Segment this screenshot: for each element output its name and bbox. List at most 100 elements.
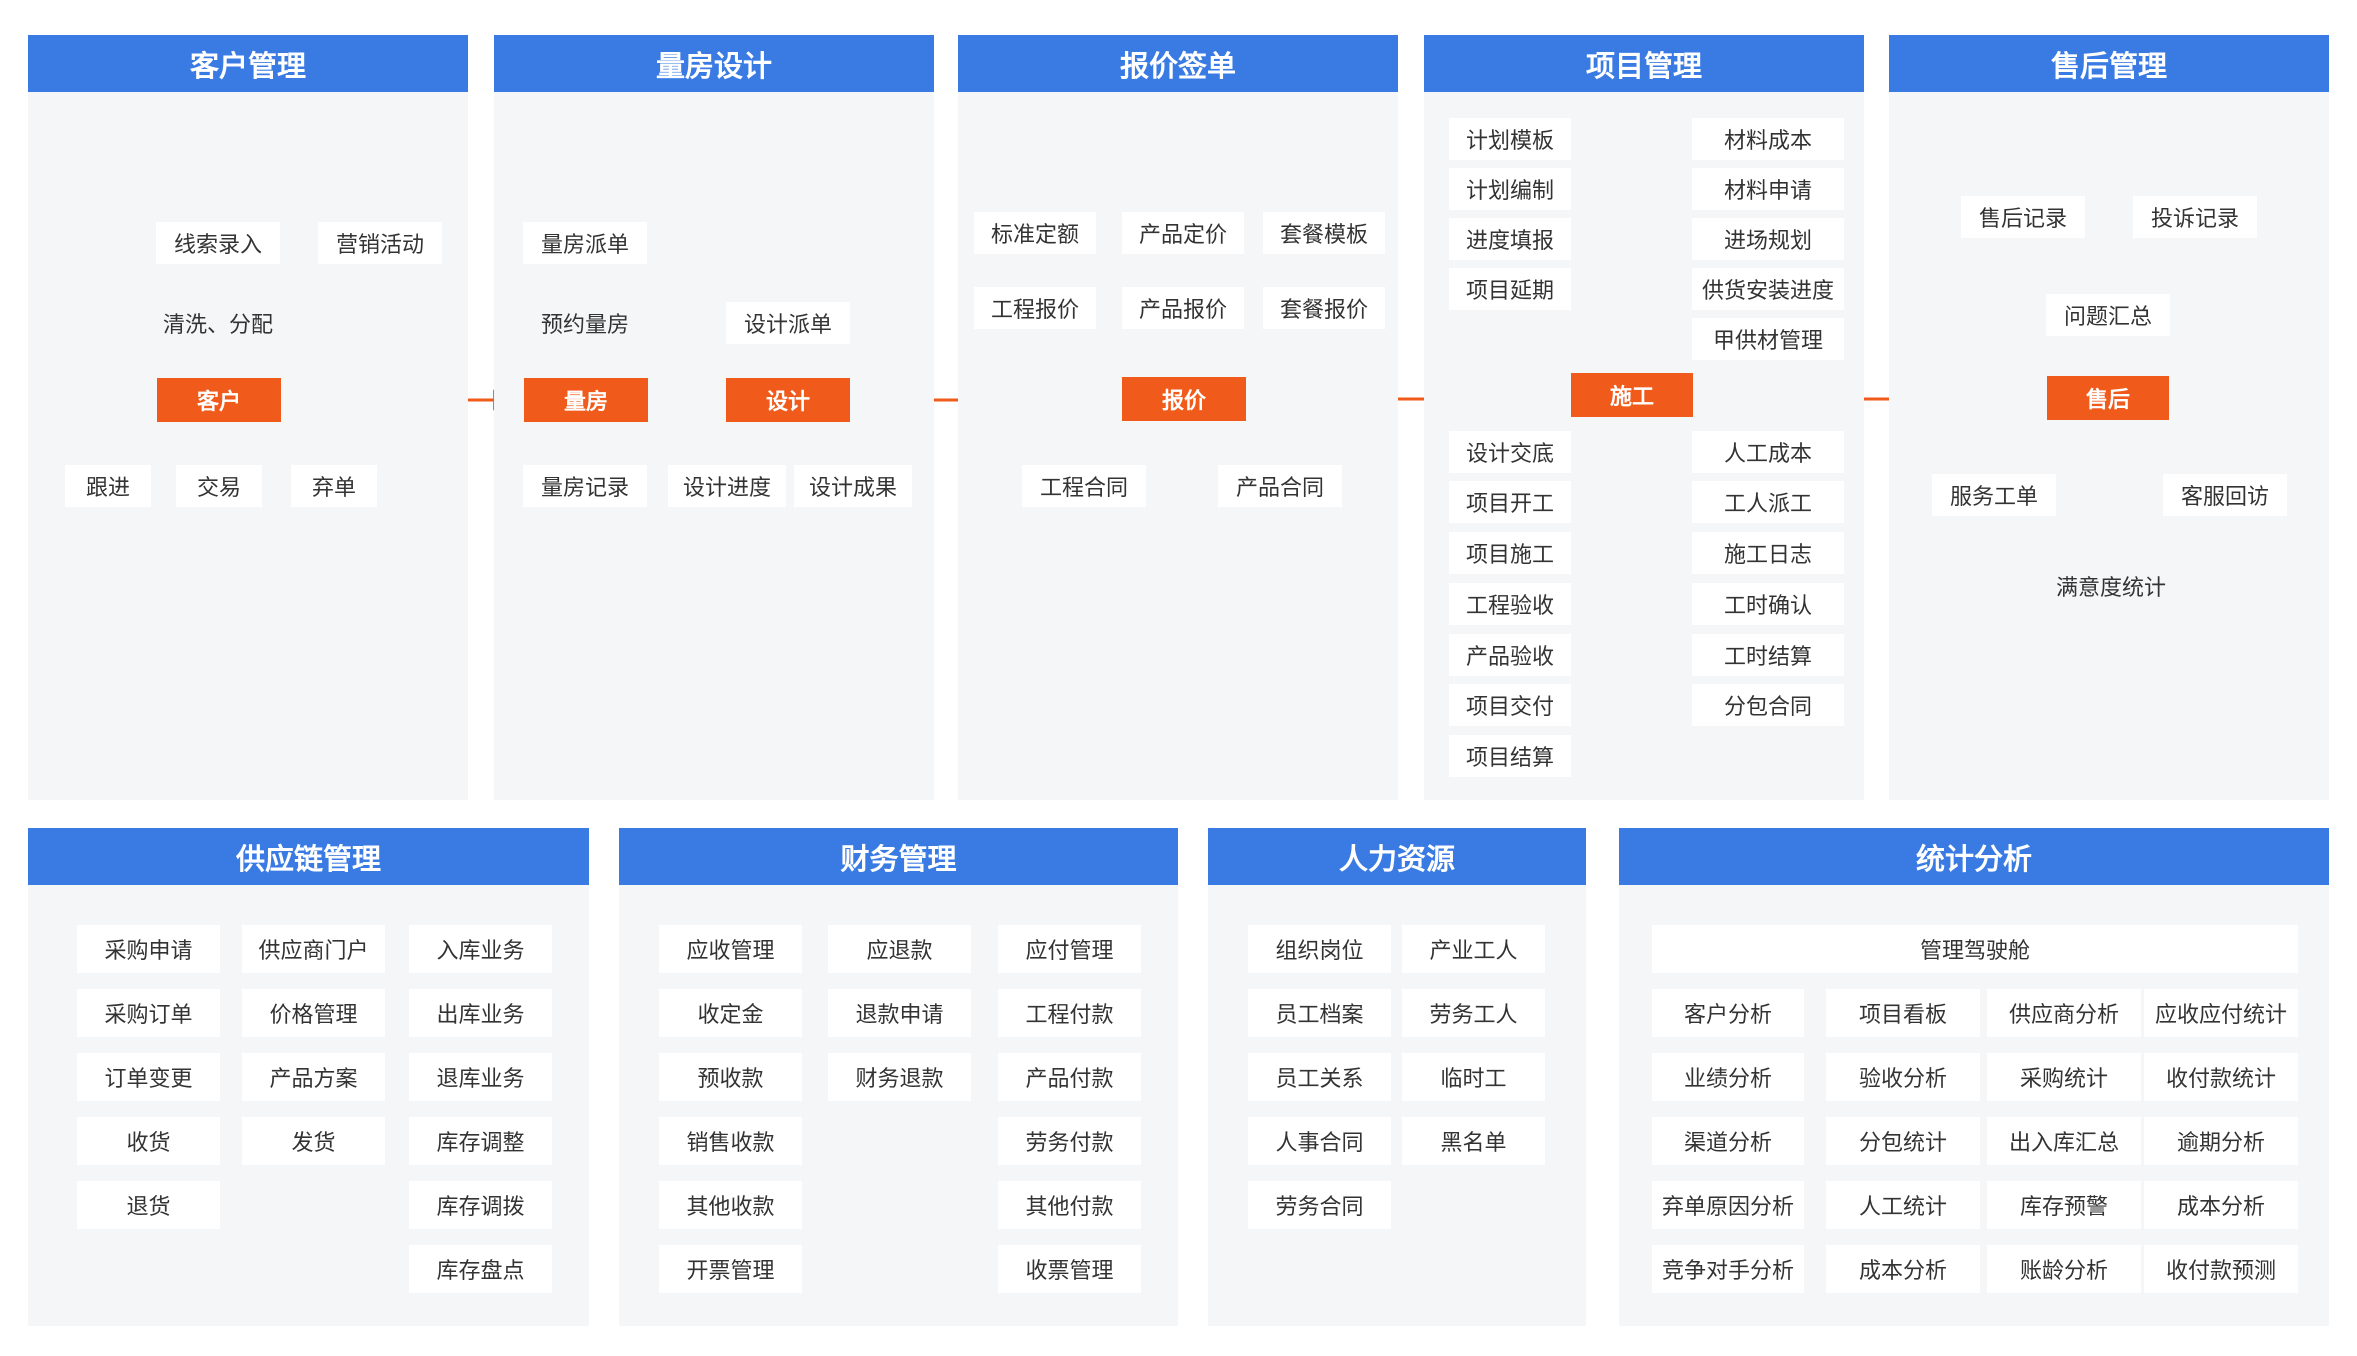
module-item[interactable]: 劳务工人 bbox=[1402, 989, 1545, 1037]
module-item[interactable]: 开票管理 bbox=[659, 1245, 802, 1293]
abandon-node[interactable]: 弃单 bbox=[291, 465, 377, 507]
module-item[interactable]: 临时工 bbox=[1402, 1053, 1545, 1101]
module-item[interactable]: 竞争对手分析 bbox=[1652, 1245, 1804, 1293]
engineering-quote-node[interactable]: 工程报价 bbox=[974, 287, 1096, 329]
module-item[interactable]: 收付款统计 bbox=[2144, 1053, 2298, 1101]
service-order-node[interactable]: 服务工单 bbox=[1932, 474, 2056, 516]
module-item[interactable]: 出库业务 bbox=[409, 989, 552, 1037]
module-item[interactable]: 员工关系 bbox=[1248, 1053, 1391, 1101]
progress-report-node[interactable]: 进度填报 bbox=[1449, 218, 1571, 260]
standard-quota-node[interactable]: 标准定额 bbox=[974, 212, 1096, 254]
module-item[interactable]: 劳务付款 bbox=[998, 1117, 1141, 1165]
module-item[interactable]: 供应商门户 bbox=[242, 925, 385, 973]
product-pricing-node[interactable]: 产品定价 bbox=[1122, 212, 1244, 254]
supply-install-progress-node[interactable]: 供货安装进度 bbox=[1692, 268, 1844, 310]
deal-node[interactable]: 交易 bbox=[176, 465, 262, 507]
module-item[interactable]: 成本分析 bbox=[1826, 1245, 1980, 1293]
module-item[interactable]: 其他付款 bbox=[998, 1181, 1141, 1229]
module-item[interactable]: 采购统计 bbox=[1987, 1053, 2141, 1101]
module-item[interactable]: 收票管理 bbox=[998, 1245, 1141, 1293]
site-entry-plan-node[interactable]: 进场规划 bbox=[1692, 218, 1844, 260]
module-item[interactable]: 应付管理 bbox=[998, 925, 1141, 973]
customer-revisit-node[interactable]: 客服回访 bbox=[2163, 474, 2287, 516]
worker-dispatch-node[interactable]: 工人派工 bbox=[1692, 481, 1844, 523]
module-item[interactable]: 应收应付统计 bbox=[2144, 989, 2298, 1037]
module-item[interactable]: 业绩分析 bbox=[1652, 1053, 1804, 1101]
aftersale-record-node[interactable]: 售后记录 bbox=[1961, 196, 2085, 238]
project-start-node[interactable]: 项目开工 bbox=[1449, 481, 1571, 523]
clean-assign-node[interactable]: 清洗、分配 bbox=[146, 302, 290, 344]
project-delay-node[interactable]: 项目延期 bbox=[1449, 268, 1571, 310]
marketing-activity-node[interactable]: 营销活动 bbox=[318, 222, 442, 264]
lead-entry-node[interactable]: 线索录入 bbox=[156, 222, 280, 264]
module-item[interactable]: 分包统计 bbox=[1826, 1117, 1980, 1165]
module-item[interactable]: 销售收款 bbox=[659, 1117, 802, 1165]
complaint-record-node[interactable]: 投诉记录 bbox=[2133, 196, 2257, 238]
product-acceptance-node[interactable]: 产品验收 bbox=[1449, 634, 1571, 676]
cockpit-item[interactable]: 管理驾驶舱 bbox=[1652, 925, 2298, 973]
plan-compile-node[interactable]: 计划编制 bbox=[1449, 168, 1571, 210]
design-progress-node[interactable]: 设计进度 bbox=[668, 465, 786, 507]
module-item[interactable]: 订单变更 bbox=[77, 1053, 220, 1101]
module-item[interactable]: 验收分析 bbox=[1826, 1053, 1980, 1101]
labor-cost-node[interactable]: 人工成本 bbox=[1692, 431, 1844, 473]
follow-node[interactable]: 跟进 bbox=[65, 465, 151, 507]
module-item[interactable]: 产业工人 bbox=[1402, 925, 1545, 973]
work-hour-confirm-node[interactable]: 工时确认 bbox=[1692, 583, 1844, 625]
module-item[interactable]: 退货 bbox=[77, 1181, 220, 1229]
construction-log-node[interactable]: 施工日志 bbox=[1692, 532, 1844, 574]
customer-flow-node[interactable]: 客户 bbox=[157, 378, 281, 422]
owner-supplied-material-node[interactable]: 甲供材管理 bbox=[1692, 318, 1844, 360]
project-settlement-node[interactable]: 项目结算 bbox=[1449, 735, 1571, 777]
module-item[interactable]: 人事合同 bbox=[1248, 1117, 1391, 1165]
module-item[interactable]: 产品方案 bbox=[242, 1053, 385, 1101]
project-delivery-node[interactable]: 项目交付 bbox=[1449, 684, 1571, 726]
module-item[interactable]: 库存调拨 bbox=[409, 1181, 552, 1229]
module-item[interactable]: 收付款预测 bbox=[2144, 1245, 2298, 1293]
module-item[interactable]: 渠道分析 bbox=[1652, 1117, 1804, 1165]
module-item[interactable]: 产品付款 bbox=[998, 1053, 1141, 1101]
module-item[interactable]: 库存调整 bbox=[409, 1117, 552, 1165]
measure-record-node[interactable]: 量房记录 bbox=[523, 465, 647, 507]
module-item[interactable]: 应收管理 bbox=[659, 925, 802, 973]
measure-appointment-node[interactable]: 预约量房 bbox=[523, 302, 647, 344]
package-template-node[interactable]: 套餐模板 bbox=[1263, 212, 1385, 254]
quote-flow-node[interactable]: 报价 bbox=[1122, 377, 1246, 421]
module-item[interactable]: 价格管理 bbox=[242, 989, 385, 1037]
subcontract-node[interactable]: 分包合同 bbox=[1692, 684, 1844, 726]
module-item[interactable]: 其他收款 bbox=[659, 1181, 802, 1229]
module-item[interactable]: 收定金 bbox=[659, 989, 802, 1037]
module-item[interactable]: 工程付款 bbox=[998, 989, 1141, 1037]
module-item[interactable]: 黑名单 bbox=[1402, 1117, 1545, 1165]
product-contract-node[interactable]: 产品合同 bbox=[1218, 465, 1342, 507]
module-item[interactable]: 库存预警 bbox=[1987, 1181, 2141, 1229]
construction-flow-node[interactable]: 施工 bbox=[1571, 373, 1693, 417]
module-item[interactable]: 采购申请 bbox=[77, 925, 220, 973]
satisfaction-stats-node[interactable]: 满意度统计 bbox=[2036, 565, 2186, 607]
problem-summary-node[interactable]: 问题汇总 bbox=[2046, 294, 2170, 336]
material-request-node[interactable]: 材料申请 bbox=[1692, 168, 1844, 210]
engineering-contract-node[interactable]: 工程合同 bbox=[1022, 465, 1146, 507]
aftersale-flow-node[interactable]: 售后 bbox=[2047, 376, 2169, 420]
measure-dispatch-node[interactable]: 量房派单 bbox=[523, 222, 647, 264]
module-item[interactable]: 出入库汇总 bbox=[1987, 1117, 2141, 1165]
module-item[interactable]: 退款申请 bbox=[828, 989, 971, 1037]
design-result-node[interactable]: 设计成果 bbox=[794, 465, 912, 507]
module-item[interactable]: 成本分析 bbox=[2144, 1181, 2298, 1229]
measure-flow-node[interactable]: 量房 bbox=[524, 378, 648, 422]
product-quote-node[interactable]: 产品报价 bbox=[1122, 287, 1244, 329]
module-item[interactable]: 逾期分析 bbox=[2144, 1117, 2298, 1165]
module-item[interactable]: 劳务合同 bbox=[1248, 1181, 1391, 1229]
module-item[interactable]: 员工档案 bbox=[1248, 989, 1391, 1037]
module-item[interactable]: 财务退款 bbox=[828, 1053, 971, 1101]
module-item[interactable]: 采购订单 bbox=[77, 989, 220, 1037]
module-item[interactable]: 弃单原因分析 bbox=[1652, 1181, 1804, 1229]
module-item[interactable]: 库存盘点 bbox=[409, 1245, 552, 1293]
material-cost-node[interactable]: 材料成本 bbox=[1692, 118, 1844, 160]
design-dispatch-node[interactable]: 设计派单 bbox=[726, 302, 850, 344]
design-briefing-node[interactable]: 设计交底 bbox=[1449, 431, 1571, 473]
module-item[interactable]: 人工统计 bbox=[1826, 1181, 1980, 1229]
module-item[interactable]: 账龄分析 bbox=[1987, 1245, 2141, 1293]
module-item[interactable]: 入库业务 bbox=[409, 925, 552, 973]
project-construction-node[interactable]: 项目施工 bbox=[1449, 532, 1571, 574]
